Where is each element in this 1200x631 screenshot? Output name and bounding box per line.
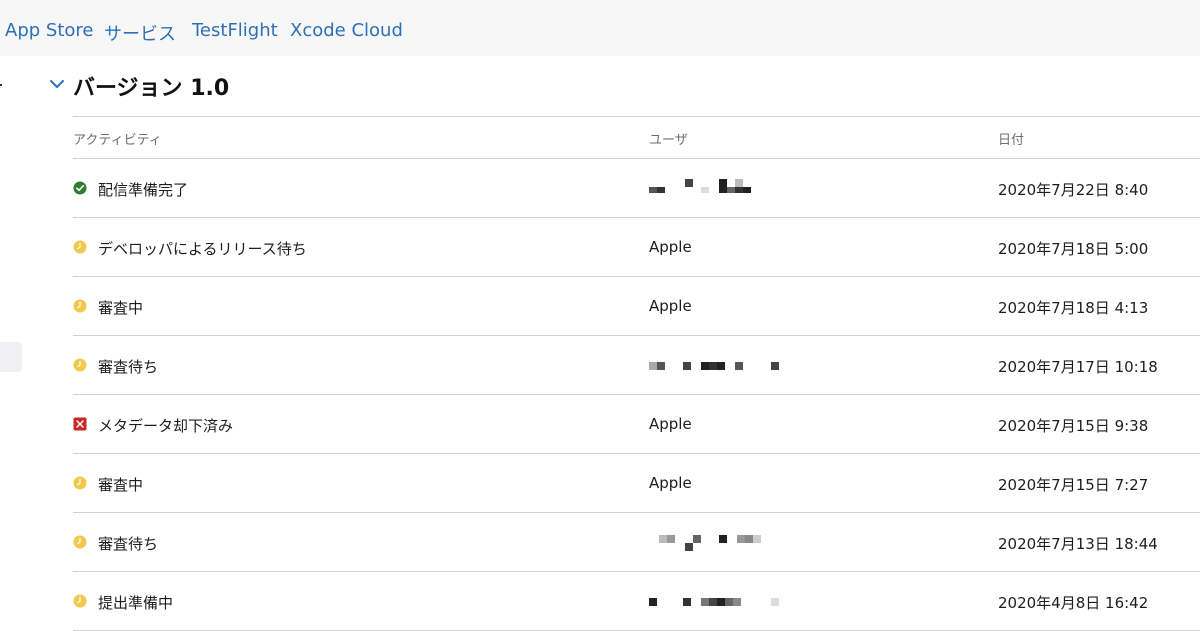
redacted-user-avatar [649,362,779,370]
table-row: 配信準備完了 2020年7月22日 8:40 [73,159,1200,218]
table-row: 審査待ち 2020年7月13日 18:44 [73,513,1200,572]
activity-label: 審査中 [98,299,144,317]
sidebar-edge-marker [0,84,2,86]
activity-label: 審査待ち [98,535,159,553]
chevron-down-icon[interactable] [47,74,67,94]
table-row: メタデータ却下済み Apple 2020年7月15日 9:38 [73,395,1200,454]
activity-label: メタデータ却下済み [98,417,234,435]
tab-services[interactable]: サービス [104,20,176,46]
activity-label: 配信準備完了 [98,181,189,199]
clock-icon [73,535,87,549]
clock-icon [73,594,87,608]
version-title: バージョン 1.0 [73,76,230,101]
tab-xcode-cloud[interactable]: Xcode Cloud [290,20,403,41]
clock-icon [73,358,87,372]
activity-date: 2020年7月18日 4:13 [998,299,1149,317]
check-circle-icon [73,181,87,195]
activity-user: Apple [649,238,692,256]
redacted-user-avatar [649,598,779,606]
table-row: 審査待ち 2020年7月17日 10:18 [73,336,1200,395]
redacted-user-avatar [649,179,751,193]
column-header-activity: アクティビティ [73,133,162,148]
activity-date: 2020年4月8日 16:42 [998,594,1149,612]
activity-date: 2020年7月13日 18:44 [998,535,1158,553]
table-row: 審査中 Apple 2020年7月18日 4:13 [73,277,1200,336]
table-row: 提出準備中 2020年4月8日 16:42 [73,572,1200,631]
tab-app-store[interactable]: App Store [5,20,93,41]
activity-label: 審査待ち [98,358,159,376]
activity-label: 提出準備中 [98,594,174,612]
clock-icon [73,476,87,490]
sidebar-collapsed-handle[interactable] [0,342,22,372]
activity-date: 2020年7月17日 10:18 [998,358,1158,376]
tab-testflight[interactable]: TestFlight [192,20,278,41]
table-row: デベロッパによるリリース待ち Apple 2020年7月18日 5:00 [73,218,1200,277]
top-navigation-bar: App Store サービス TestFlight Xcode Cloud [0,0,1200,56]
table-row: 審査中 Apple 2020年7月15日 7:27 [73,454,1200,513]
activity-user: Apple [649,474,692,492]
activity-date: 2020年7月18日 5:00 [998,240,1149,258]
column-header-user: ユーザ [649,133,688,148]
x-square-icon [73,417,87,431]
activity-user: Apple [649,415,692,433]
activity-date: 2020年7月22日 8:40 [998,181,1149,199]
clock-icon [73,299,87,313]
activity-label: デベロッパによるリリース待ち [98,240,307,258]
activity-table: アクティビティ ユーザ 日付 配信準備完了 2020年7月22日 8:40 デベ… [73,116,1200,631]
column-header-date: 日付 [998,133,1025,148]
activity-date: 2020年7月15日 7:27 [998,476,1149,494]
activity-date: 2020年7月15日 9:38 [998,417,1149,435]
redacted-user-avatar [659,535,761,551]
activity-user: Apple [649,297,692,315]
clock-icon [73,240,87,254]
activity-label: 審査中 [98,476,144,494]
table-header: アクティビティ ユーザ 日付 [73,116,1200,159]
